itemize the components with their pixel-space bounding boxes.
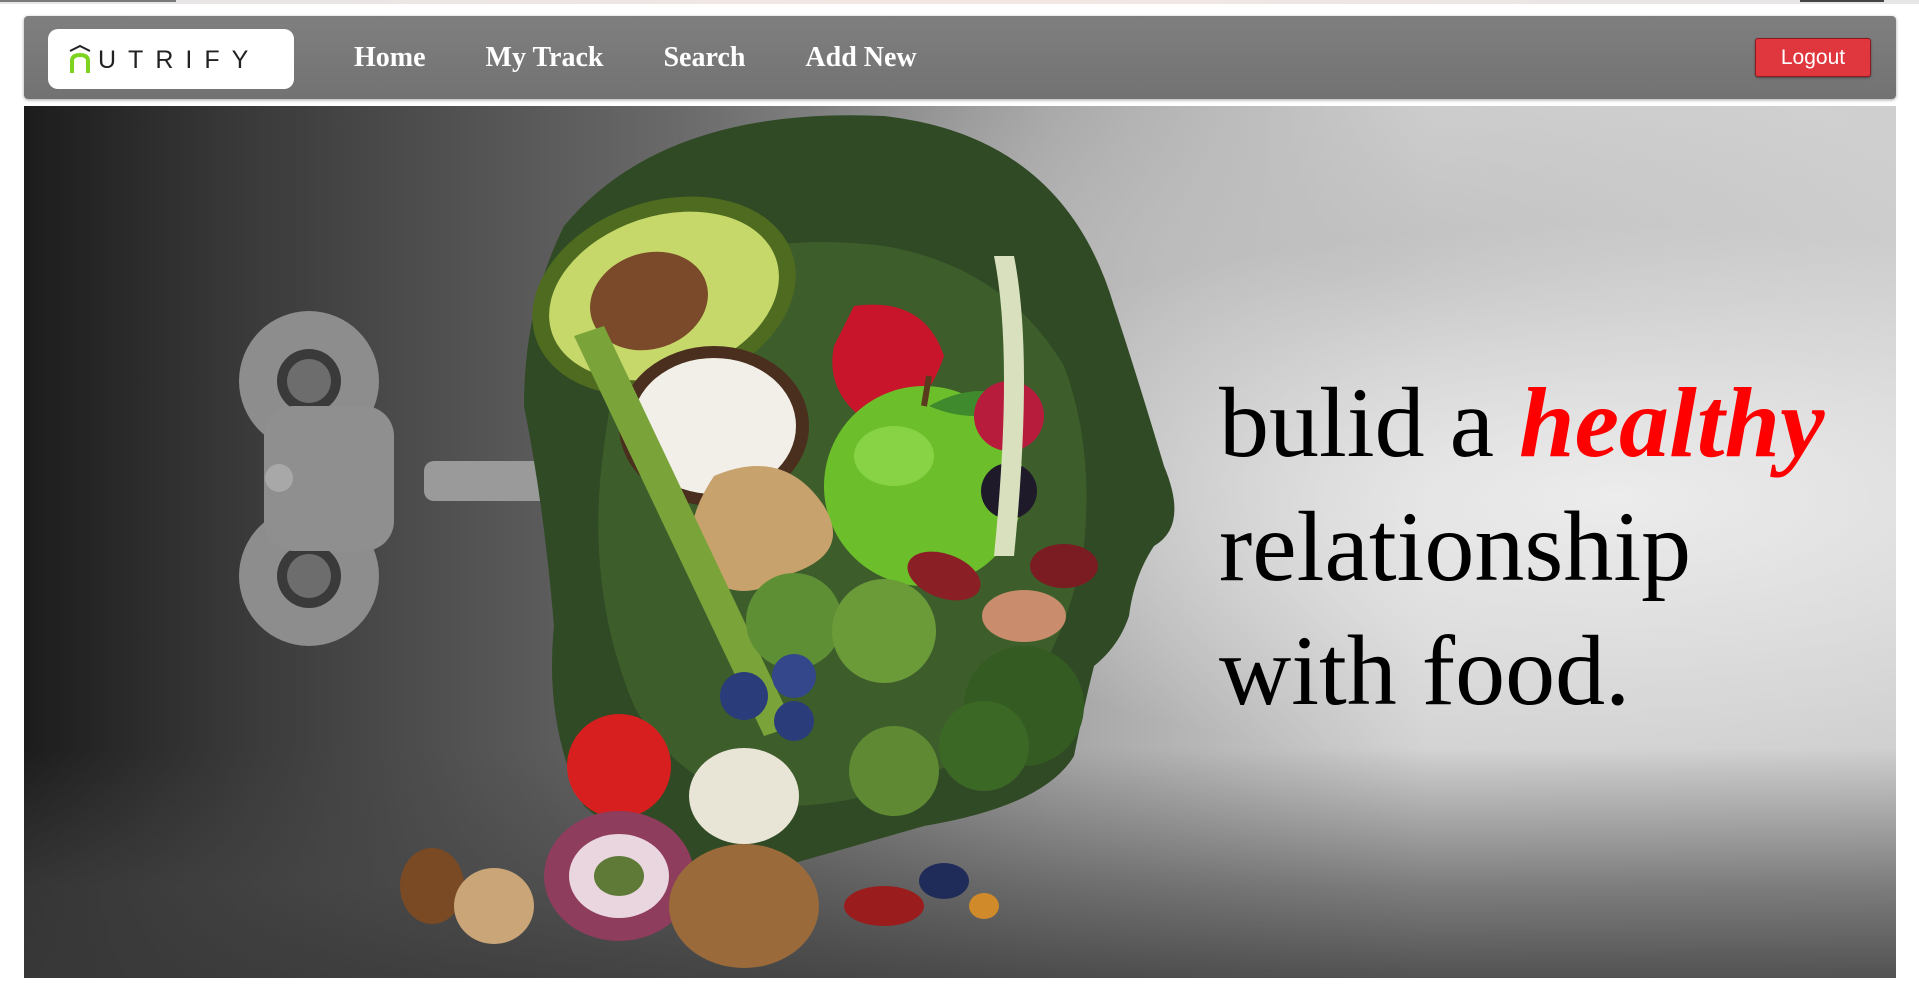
- hero-banner: bulid a healthy relationship with food.: [24, 106, 1896, 978]
- logout-button[interactable]: Logout: [1755, 38, 1871, 77]
- navbar: UTRIFY Home My Track Search Add New Logo…: [24, 16, 1896, 99]
- nav-my-track-link[interactable]: My Track: [486, 42, 604, 74]
- window-top-strip: [0, 0, 1919, 4]
- brand-logo[interactable]: UTRIFY: [48, 29, 294, 89]
- hero-headline: bulid a healthy relationship with food.: [1219, 361, 1879, 733]
- logo-n-icon: [69, 45, 91, 73]
- nav-search-link[interactable]: Search: [663, 42, 745, 74]
- logo-text: UTRIFY: [98, 46, 261, 74]
- nav-home-link[interactable]: Home: [354, 42, 426, 74]
- nav-add-new-link[interactable]: Add New: [805, 42, 916, 74]
- headline-accent-word: healthy: [1518, 367, 1825, 478]
- top-strip-mark-left: [0, 0, 176, 2]
- wind-up-key-icon: [239, 311, 554, 646]
- nav-links: Home My Track Search Add New: [354, 16, 977, 99]
- headline-line-3: with food.: [1219, 615, 1631, 726]
- headline-line-2: relationship: [1219, 491, 1692, 602]
- top-strip-mark-right: [1800, 0, 1884, 2]
- headline-part-1: bulid a: [1219, 367, 1494, 478]
- headline-line-1: bulid a healthy: [1219, 361, 1879, 485]
